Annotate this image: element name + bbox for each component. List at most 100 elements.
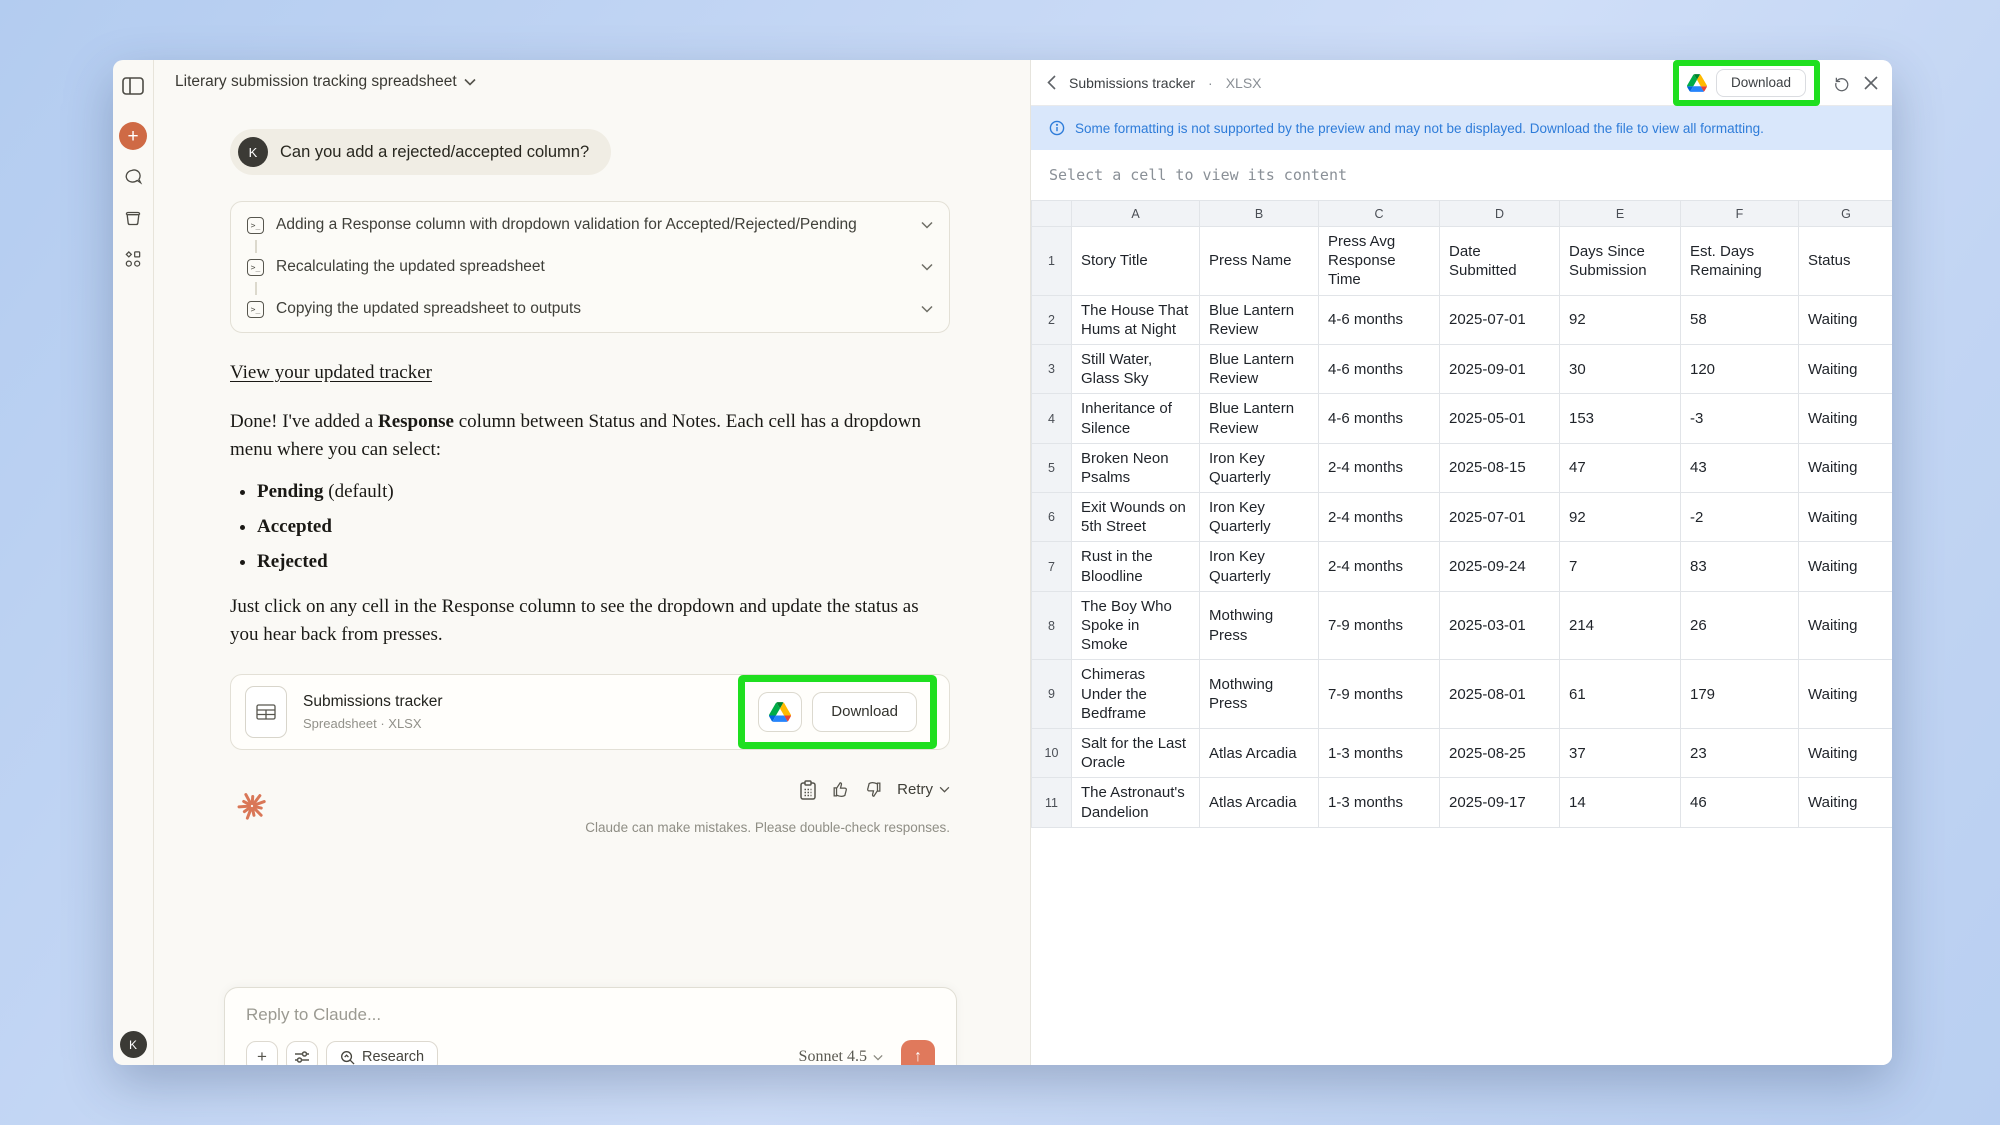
sheet-cell[interactable]: 4-6 months (1319, 344, 1440, 393)
chevron-down-icon[interactable] (921, 263, 933, 271)
sheet-cell[interactable]: Iron Key Quarterly (1200, 542, 1319, 591)
sheet-cell[interactable]: Date Submitted (1440, 227, 1560, 296)
row-number[interactable]: 6 (1032, 493, 1072, 542)
sheet-cell[interactable]: 2025-05-01 (1440, 394, 1560, 443)
sheet-cell[interactable]: 61 (1560, 660, 1681, 729)
sheet-cell[interactable]: 92 (1560, 493, 1681, 542)
sheet-cell[interactable]: 2025-08-25 (1440, 728, 1560, 777)
sheet-cell[interactable]: Exit Wounds on 5th Street (1072, 493, 1200, 542)
send-button[interactable]: ↑ (901, 1040, 935, 1065)
row-number[interactable]: 3 (1032, 344, 1072, 393)
sheet-cell[interactable]: Press Avg Response Time (1319, 227, 1440, 296)
sheet-cell[interactable]: Mothwing Press (1200, 660, 1319, 729)
attach-button[interactable]: + (246, 1041, 278, 1065)
sheet-cell[interactable]: Atlas Arcadia (1200, 728, 1319, 777)
tool-step-row[interactable]: >_ Recalculating the updated spreadsheet (231, 246, 949, 288)
sheet-cell[interactable]: 43 (1681, 443, 1799, 492)
sheet-cell[interactable]: 4-6 months (1319, 295, 1440, 344)
sheet-cell[interactable]: Rust in the Bloodline (1072, 542, 1200, 591)
tools-button[interactable] (286, 1041, 318, 1065)
sheet-cell[interactable]: 2025-03-01 (1440, 591, 1560, 660)
sheet-cell[interactable]: 2-4 months (1319, 443, 1440, 492)
sheet-cell[interactable]: Days Since Submission (1560, 227, 1681, 296)
row-number[interactable]: 8 (1032, 591, 1072, 660)
model-selector[interactable]: Sonnet 4.5 (799, 1048, 883, 1065)
version-history-button[interactable] (1833, 74, 1851, 92)
column-header-d[interactable]: D (1440, 201, 1560, 227)
sidebar-item-apps[interactable] (119, 245, 147, 273)
sheet-cell[interactable]: 2025-09-24 (1440, 542, 1560, 591)
sidebar-item-projects[interactable] (119, 204, 147, 232)
row-number[interactable]: 4 (1032, 394, 1072, 443)
sheet-cell[interactable]: Inheritance of Silence (1072, 394, 1200, 443)
formula-bar[interactable]: Select a cell to view its content (1031, 150, 1892, 200)
sheet-cell[interactable]: Iron Key Quarterly (1200, 493, 1319, 542)
user-avatar[interactable]: K (120, 1031, 147, 1058)
sheet-cell[interactable]: Blue Lantern Review (1200, 394, 1319, 443)
sheet-cell[interactable]: Waiting (1799, 542, 1893, 591)
sheet-cell[interactable]: Atlas Arcadia (1200, 778, 1319, 827)
sheet-cell[interactable]: 1-3 months (1319, 778, 1440, 827)
sheet-cell[interactable]: Waiting (1799, 394, 1893, 443)
chevron-down-icon[interactable] (921, 221, 933, 229)
back-button[interactable] (1047, 75, 1056, 90)
sheet-cell[interactable]: The House That Hums at Night (1072, 295, 1200, 344)
row-number[interactable]: 10 (1032, 728, 1072, 777)
sidebar-item-chats[interactable] (119, 163, 147, 191)
sheet-cell[interactable]: Waiting (1799, 591, 1893, 660)
tracker-link[interactable]: View your updated tracker (230, 362, 432, 383)
sheet-cell[interactable]: Press Name (1200, 227, 1319, 296)
thumbs-up-button[interactable] (831, 780, 850, 799)
sheet-cell[interactable]: 92 (1560, 295, 1681, 344)
google-drive-button[interactable] (758, 692, 802, 732)
sheet-cell[interactable]: 37 (1560, 728, 1681, 777)
sheet-cell[interactable]: 2025-07-01 (1440, 493, 1560, 542)
chat-title-bar[interactable]: Literary submission tracking spreadsheet (154, 60, 1030, 104)
sheet-cell[interactable]: 214 (1560, 591, 1681, 660)
sheet-cell[interactable]: 23 (1681, 728, 1799, 777)
sheet-cell[interactable]: 7 (1560, 542, 1681, 591)
sheet-cell[interactable]: Waiting (1799, 295, 1893, 344)
sheet-cell[interactable]: 2-4 months (1319, 493, 1440, 542)
column-header-a[interactable]: A (1072, 201, 1200, 227)
row-number[interactable]: 1 (1032, 227, 1072, 296)
google-drive-icon[interactable] (1687, 74, 1707, 92)
sheet-cell[interactable]: Waiting (1799, 660, 1893, 729)
column-header-c[interactable]: C (1319, 201, 1440, 227)
sheet-cell[interactable]: Waiting (1799, 728, 1893, 777)
row-number[interactable]: 5 (1032, 443, 1072, 492)
sheet-cell[interactable]: Still Water, Glass Sky (1072, 344, 1200, 393)
row-number[interactable]: 9 (1032, 660, 1072, 729)
sheet-cell[interactable]: Mothwing Press (1200, 591, 1319, 660)
sheet-cell[interactable]: Waiting (1799, 443, 1893, 492)
tool-step-row[interactable]: >_ Copying the updated spreadsheet to ou… (231, 288, 949, 330)
column-header-e[interactable]: E (1560, 201, 1681, 227)
sheet-cell[interactable]: 2025-08-15 (1440, 443, 1560, 492)
sheet-cell[interactable]: 83 (1681, 542, 1799, 591)
sidebar-toggle-button[interactable] (119, 72, 147, 100)
download-button[interactable]: Download (1716, 69, 1806, 97)
sheet-cell[interactable]: 30 (1560, 344, 1681, 393)
sheet-cell[interactable]: 179 (1681, 660, 1799, 729)
sheet-cell[interactable]: 153 (1560, 394, 1681, 443)
sheet-cell[interactable]: 4-6 months (1319, 394, 1440, 443)
sheet-cell[interactable]: Waiting (1799, 344, 1893, 393)
retry-button[interactable]: Retry (897, 781, 950, 798)
sheet-cell[interactable]: 120 (1681, 344, 1799, 393)
chat-scroll-area[interactable]: K Can you add a rejected/accepted column… (154, 104, 1030, 1065)
sheet-cell[interactable]: Salt for the Last Oracle (1072, 728, 1200, 777)
tool-step-row[interactable]: >_ Adding a Response column with dropdow… (231, 204, 949, 246)
research-button[interactable]: Research (326, 1041, 438, 1065)
chevron-down-icon[interactable] (921, 305, 933, 313)
row-number[interactable]: 2 (1032, 295, 1072, 344)
sheet-cell[interactable]: The Astronaut's Dandelion (1072, 778, 1200, 827)
sheet-cell[interactable]: 2025-09-01 (1440, 344, 1560, 393)
download-button[interactable]: Download (812, 692, 917, 732)
column-header-g[interactable]: G (1799, 201, 1893, 227)
sheet-cell[interactable]: 26 (1681, 591, 1799, 660)
sheet-cell[interactable]: -3 (1681, 394, 1799, 443)
reply-input[interactable]: Reply to Claude... (246, 1005, 935, 1025)
column-header-f[interactable]: F (1681, 201, 1799, 227)
new-chat-button[interactable]: + (119, 122, 147, 150)
sheet-cell[interactable]: 2025-08-01 (1440, 660, 1560, 729)
